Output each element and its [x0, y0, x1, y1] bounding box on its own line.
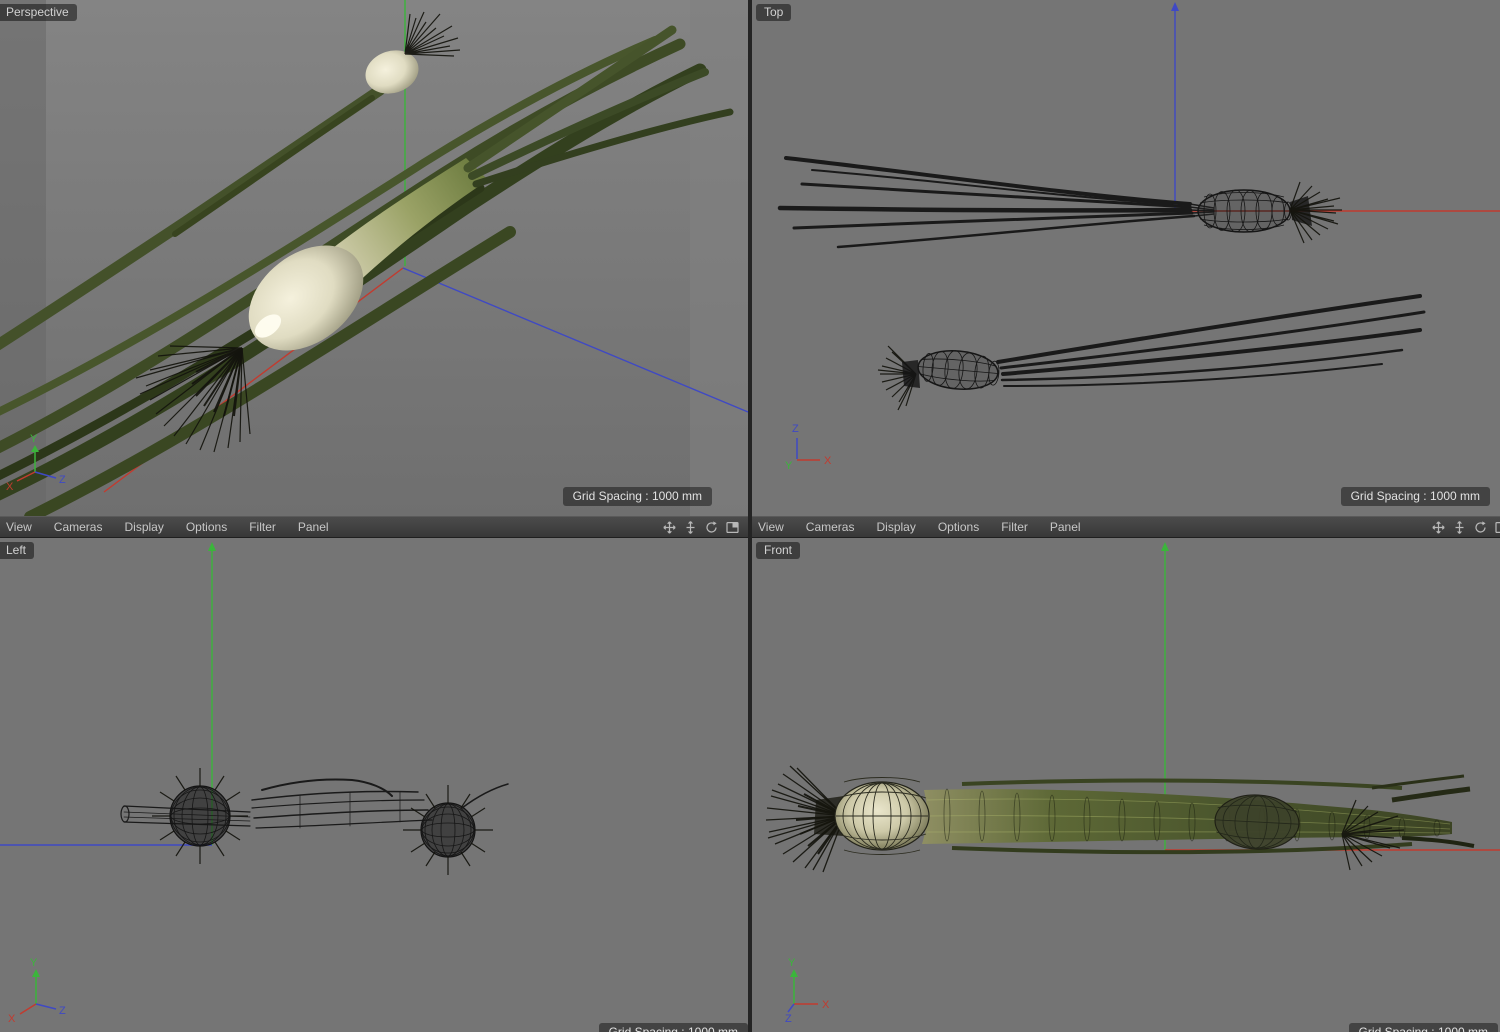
camera-rotate-icon[interactable]: [704, 520, 719, 535]
viewport-label: Perspective: [0, 4, 77, 21]
menu-item-display[interactable]: Display: [865, 518, 926, 537]
viewport-perspective[interactable]: Y X Z Perspective Grid Spacing : 1000 mm: [0, 0, 748, 516]
grid-spacing-label: Grid Spacing : 1000 mm: [1348, 1023, 1498, 1032]
viewport-camera-controls: [1431, 520, 1500, 535]
camera-move-icon[interactable]: [1431, 520, 1446, 535]
gizmo-z-label: Z: [59, 474, 66, 486]
menu-item-cameras[interactable]: Cameras: [43, 518, 114, 537]
menu-item-view[interactable]: View: [752, 518, 795, 537]
gizmo-x-label: X: [6, 481, 14, 493]
menu-item-filter[interactable]: Filter: [990, 518, 1039, 537]
menu-item-panel[interactable]: Panel: [1039, 518, 1092, 537]
gizmo-y-label: Y: [30, 433, 38, 445]
scene-perspective: Y X Z: [0, 0, 748, 516]
viewport-left[interactable]: Y X Z Left Grid Spacing : 1000 mm: [0, 538, 748, 1032]
viewport-top[interactable]: Z Y X Top Grid Spacing : 1000 mm: [752, 0, 1500, 516]
viewport-label: Top: [756, 4, 792, 21]
menu-item-cameras[interactable]: Cameras: [795, 518, 866, 537]
viewport-menubar-left: View Cameras Display Options Filter Pane…: [0, 516, 748, 538]
viewport-menubar-row: View Cameras Display Options Filter Pane…: [0, 516, 1500, 538]
camera-zoom-icon[interactable]: [1452, 520, 1467, 535]
camera-zoom-icon[interactable]: [683, 520, 698, 535]
gizmo-z-label: Z: [59, 1005, 66, 1017]
scene-front: Y X Z: [752, 538, 1500, 1032]
gizmo-y-label: Y: [30, 957, 38, 969]
gizmo-y-label: Y: [788, 957, 796, 969]
menu-item-options[interactable]: Options: [175, 518, 238, 537]
gizmo-y-label: Y: [785, 460, 793, 472]
menu-item-display[interactable]: Display: [113, 518, 174, 537]
gizmo-z-label: Z: [792, 423, 799, 435]
viewport-label: Front: [756, 542, 801, 559]
grid-spacing-label: Grid Spacing : 1000 mm: [1340, 487, 1490, 506]
menu-item-panel[interactable]: Panel: [287, 518, 340, 537]
camera-rotate-icon[interactable]: [1473, 520, 1488, 535]
gizmo-x-label: X: [822, 999, 830, 1011]
viewport-label: Left: [0, 542, 35, 559]
toggle-view-icon[interactable]: [725, 520, 740, 535]
gizmo-x-label: X: [824, 455, 832, 467]
menu-item-filter[interactable]: Filter: [238, 518, 287, 537]
gizmo-x-label: X: [8, 1013, 16, 1025]
menu-item-options[interactable]: Options: [927, 518, 990, 537]
viewport-front[interactable]: Y X Z Front Grid Spacing : 1000 mm: [752, 538, 1500, 1032]
grid-spacing-label: Grid Spacing : 1000 mm: [598, 1023, 748, 1032]
scene-left: Y X Z: [0, 538, 748, 1032]
viewport-menubar-right: View Cameras Display Options Filter Pane…: [752, 516, 1500, 538]
toggle-view-icon[interactable]: [1494, 520, 1500, 535]
gizmo-z-label: Z: [785, 1013, 792, 1025]
viewport-layout: Y X Z Perspective Grid Spacing : 1000 mm: [0, 0, 1500, 1032]
menu-item-view[interactable]: View: [0, 518, 43, 537]
grid-spacing-label: Grid Spacing : 1000 mm: [562, 487, 712, 506]
viewport-camera-controls: [662, 520, 748, 535]
scene-top: Z Y X: [752, 0, 1500, 516]
camera-move-icon[interactable]: [662, 520, 677, 535]
